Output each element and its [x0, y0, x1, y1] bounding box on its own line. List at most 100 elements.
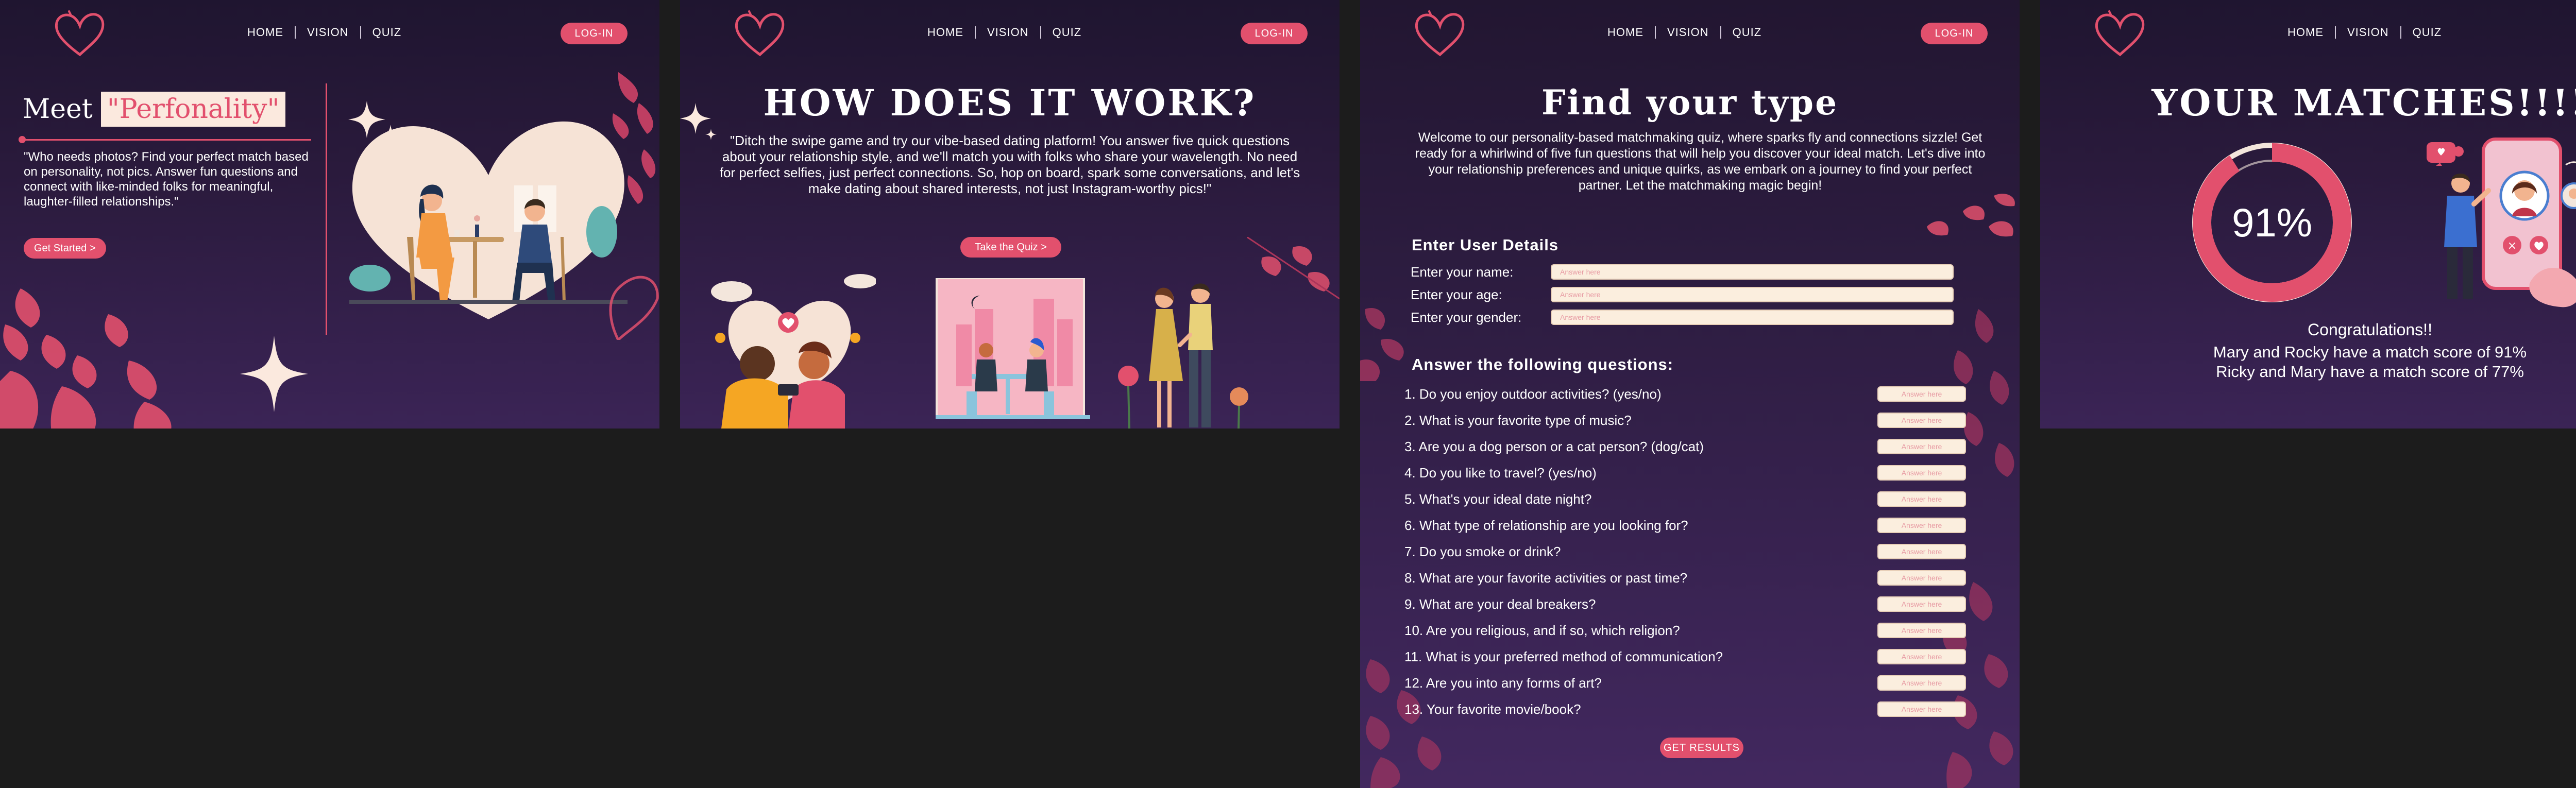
match-result: Ricky and Mary have a match score of 77% [2216, 363, 2524, 381]
name-field-row: Enter your name: [1411, 263, 1967, 281]
gender-field-row: Enter your gender: [1411, 309, 1967, 326]
question-row: 4. Do you like to travel? (yes/no) [1404, 464, 1966, 482]
nav-menu: HOME VISION QUIZ [247, 26, 401, 39]
sparkle-icon [240, 336, 308, 412]
gender-input[interactable] [1551, 310, 1954, 325]
heart-logo-icon[interactable] [732, 9, 788, 61]
answer-input[interactable] [1877, 596, 1966, 612]
question-text: 3. Are you a dog person or a cat person?… [1404, 438, 1704, 454]
hero-title: Meet "Perfonality" [23, 92, 286, 127]
login-button[interactable]: LOG-IN [1241, 23, 1308, 44]
user-details-heading: Enter User Details [1412, 236, 1559, 254]
question-row: 2. What is your favorite type of music? [1404, 412, 1966, 429]
name-field-label: Enter your name: [1411, 264, 1514, 280]
pink-foliage-decoration [1247, 237, 1340, 299]
title-underline [23, 139, 311, 141]
couple-holding-hands-illustration [1118, 283, 1248, 429]
take-quiz-button[interactable]: Take the Quiz > [960, 237, 1061, 258]
match-result: Mary and Rocky have a match score of 91% [2213, 343, 2527, 361]
question-row: 1. Do you enjoy outdoor activities? (yes… [1404, 385, 1966, 403]
nav-home-link[interactable]: HOME [247, 26, 283, 39]
question-text: 4. Do you like to travel? (yes/no) [1404, 465, 1597, 481]
age-field-label: Enter your age: [1411, 286, 1502, 302]
question-row: 11. What is your preferred method of com… [1404, 648, 1966, 665]
nav-menu: HOME VISION QUIZ [927, 26, 1081, 39]
matches-panel: HOME VISION QUIZ LOG-IN YOUR MATCHES!!!!… [2040, 0, 2576, 429]
heart-logo-icon[interactable] [52, 9, 108, 61]
login-button[interactable]: LOG-IN [561, 23, 628, 44]
question-text: 13. Your favorite movie/book? [1404, 701, 1581, 717]
question-row: 6. What type of relationship are you loo… [1404, 517, 1966, 534]
get-results-button[interactable]: GET RESULTS [1660, 738, 1743, 758]
vision-panel: HOME VISION QUIZ LOG-IN HOW DOES IT WORK… [680, 0, 1340, 429]
answer-input[interactable] [1877, 623, 1966, 638]
section-description: "Ditch the swipe game and try our vibe-b… [719, 133, 1300, 196]
question-text: 11. What is your preferred method of com… [1404, 648, 1723, 664]
question-row: 7. Do you smoke or drink? [1404, 543, 1966, 560]
hero-description: "Who needs photos? Find your perfect mat… [24, 150, 309, 209]
gender-field-label: Enter your gender: [1411, 309, 1522, 325]
matches-title: YOUR MATCHES!!!! [2151, 81, 2576, 124]
answer-input[interactable] [1877, 465, 1966, 481]
answer-input[interactable] [1877, 675, 1966, 691]
navbar: HOME VISION QUIZ LOG-IN [2040, 0, 2576, 67]
question-row: 3. Are you a dog person or a cat person?… [1404, 438, 1966, 455]
nav-separator [1720, 26, 1721, 39]
answer-input[interactable] [1877, 544, 1966, 559]
question-text: 2. What is your favorite type of music? [1404, 412, 1632, 428]
nav-menu: HOME VISION QUIZ [2287, 26, 2442, 39]
nav-separator [295, 26, 296, 39]
answer-input[interactable] [1877, 386, 1966, 402]
question-row: 10. Are you religious, and if so, which … [1404, 622, 1966, 639]
nav-quiz-link[interactable]: QUIZ [2413, 26, 2442, 39]
answer-input[interactable] [1877, 570, 1966, 586]
nav-vision-link[interactable]: VISION [987, 26, 1029, 39]
question-row: 8. What are your favorite activities or … [1404, 569, 1966, 587]
nav-vision-link[interactable]: VISION [2347, 26, 2389, 39]
question-row: 5. What's your ideal date night? [1404, 490, 1966, 508]
pink-foliage-decoration [1366, 659, 1442, 788]
couple-chatting-illustration [711, 274, 876, 429]
match-phone-illustration: × [2427, 138, 2576, 307]
nav-vision-link[interactable]: VISION [307, 26, 349, 39]
hero-title-highlight: "Perfonality" [100, 92, 286, 127]
answer-input[interactable] [1877, 413, 1966, 428]
nav-quiz-link[interactable]: QUIZ [1733, 26, 1762, 39]
heart-logo-icon[interactable] [1412, 9, 1468, 61]
question-text: 7. Do you smoke or drink? [1404, 543, 1561, 559]
nav-home-link[interactable]: HOME [2287, 26, 2324, 39]
age-input[interactable] [1551, 287, 1954, 302]
question-row: 13. Your favorite movie/book? [1404, 700, 1966, 718]
answer-input[interactable] [1877, 649, 1966, 664]
pink-foliage-decoration [609, 72, 659, 340]
nav-home-link[interactable]: HOME [927, 26, 963, 39]
home-panel: HOME VISION QUIZ LOG-IN Meet "Perfonalit… [0, 0, 659, 429]
answer-input[interactable] [1877, 491, 1966, 507]
questions-heading: Answer the following questions: [1412, 355, 1674, 373]
congrats-message: Congratulations!! [2308, 320, 2432, 339]
nav-separator [2400, 26, 2401, 39]
nav-quiz-link[interactable]: QUIZ [1053, 26, 1082, 39]
name-input[interactable] [1551, 264, 1954, 280]
svg-text:×: × [2507, 239, 2517, 252]
question-text: 6. What type of relationship are you loo… [1404, 517, 1688, 533]
login-button[interactable]: LOG-IN [1921, 23, 1988, 44]
navbar: HOME VISION QUIZ LOG-IN [1360, 0, 2020, 67]
nav-separator [1655, 26, 1656, 39]
answer-input[interactable] [1877, 518, 1966, 533]
date-night-illustration [936, 278, 1090, 419]
heart-logo-icon[interactable] [2092, 9, 2148, 61]
nav-vision-link[interactable]: VISION [1667, 26, 1709, 39]
nav-menu: HOME VISION QUIZ [1607, 26, 1761, 39]
nav-separator [1040, 26, 1041, 39]
answer-input[interactable] [1877, 439, 1966, 454]
answer-input[interactable] [1877, 701, 1966, 717]
nav-quiz-link[interactable]: QUIZ [372, 26, 402, 39]
nav-separator [975, 26, 976, 39]
navbar: HOME VISION QUIZ LOG-IN [680, 0, 1340, 67]
pink-foliage-decoration [0, 288, 172, 429]
get-started-button[interactable]: Get Started > [24, 238, 106, 259]
question-text: 9. What are your deal breakers? [1404, 596, 1596, 612]
nav-separator [360, 26, 361, 39]
nav-home-link[interactable]: HOME [1607, 26, 1643, 39]
